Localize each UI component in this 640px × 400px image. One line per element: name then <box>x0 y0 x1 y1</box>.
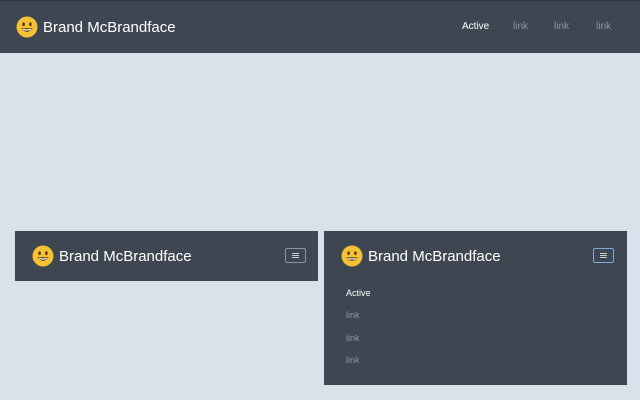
brand-link[interactable]: Brand McBrandface <box>16 16 176 38</box>
brand-name: Brand McBrandface <box>59 247 192 265</box>
brand-name: Brand McBrandface <box>368 247 501 265</box>
menu-toggle-button[interactable] <box>285 248 306 263</box>
nav-link-active[interactable]: Active <box>462 21 489 32</box>
navbar-full: Brand McBrandface Active link link link <box>0 0 640 53</box>
smiley-face-icon <box>16 16 38 38</box>
navbar-expanded: Brand McBrandface Active link link link <box>324 231 627 385</box>
brand-name: Brand McBrandface <box>43 18 176 36</box>
nav-link[interactable]: link <box>596 21 611 32</box>
smiley-face-icon <box>32 245 54 267</box>
hamburger-menu-icon <box>600 253 607 258</box>
navbar-collapsed: Brand McBrandface <box>15 231 318 281</box>
nav-link[interactable]: link <box>513 21 528 32</box>
nav-link-active[interactable]: Active <box>346 288 371 298</box>
nav-link[interactable]: link <box>346 355 360 365</box>
brand-link[interactable]: Brand McBrandface <box>341 245 501 267</box>
hamburger-menu-icon <box>292 253 299 258</box>
menu-toggle-button[interactable] <box>593 248 614 263</box>
brand-link[interactable]: Brand McBrandface <box>32 245 192 267</box>
smiley-face-icon <box>341 245 363 267</box>
nav-link[interactable]: link <box>346 310 360 320</box>
nav-link[interactable]: link <box>346 333 360 343</box>
nav-link[interactable]: link <box>554 21 569 32</box>
